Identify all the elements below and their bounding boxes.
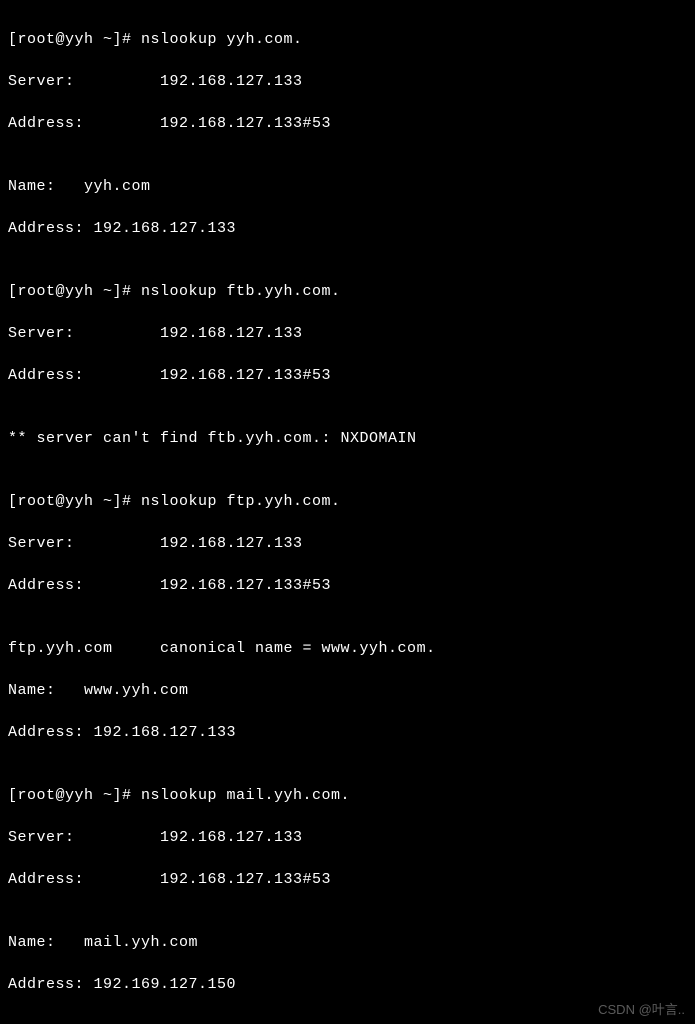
output-line: Address: 192.168.127.133: [8, 218, 687, 239]
command-line: [root@yyh ~]# nslookup yyh.com.: [8, 29, 687, 50]
output-line: Server: 192.168.127.133: [8, 71, 687, 92]
terminal-output[interactable]: [root@yyh ~]# nslookup yyh.com. Server: …: [8, 8, 687, 1016]
output-line: Address: 192.168.127.133#53: [8, 113, 687, 134]
error-line: ** server can't find ftb.yyh.com.: NXDOM…: [8, 428, 687, 449]
output-line: Server: 192.168.127.133: [8, 533, 687, 554]
output-line: Address: 192.168.127.133#53: [8, 575, 687, 596]
command-line: [root@yyh ~]# nslookup ftb.yyh.com.: [8, 281, 687, 302]
output-line: Address: 192.169.127.150: [8, 974, 687, 995]
output-line: Address: 192.168.127.133#53: [8, 365, 687, 386]
command-line: [root@yyh ~]# nslookup mail.yyh.com.: [8, 785, 687, 806]
output-line: Address: 192.168.127.133: [8, 722, 687, 743]
output-line: Name: yyh.com: [8, 176, 687, 197]
watermark-text: CSDN @叶言..: [598, 1001, 685, 1019]
output-line: ftp.yyh.com canonical name = www.yyh.com…: [8, 638, 687, 659]
output-line: Server: 192.168.127.133: [8, 827, 687, 848]
output-line: Server: 192.168.127.133: [8, 323, 687, 344]
output-line: Address: 192.168.127.133#53: [8, 869, 687, 890]
command-line: [root@yyh ~]# nslookup ftp.yyh.com.: [8, 491, 687, 512]
output-line: Name: www.yyh.com: [8, 680, 687, 701]
output-line: Name: mail.yyh.com: [8, 932, 687, 953]
